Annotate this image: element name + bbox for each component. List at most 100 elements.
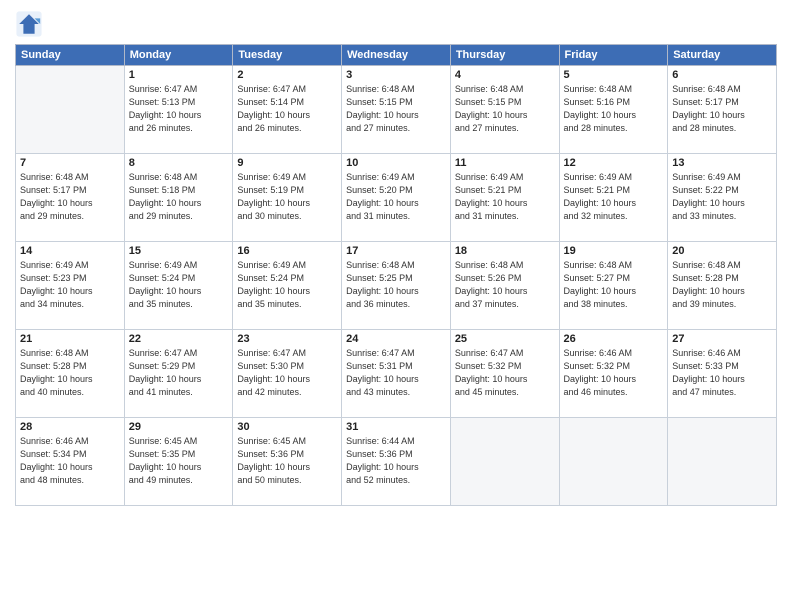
weekday-row: SundayMondayTuesdayWednesdayThursdayFrid… (16, 45, 777, 66)
day-number: 20 (672, 245, 772, 257)
day-number: 8 (129, 157, 229, 169)
day-cell: 20 Sunrise: 6:48 AM Sunset: 5:28 PM Dayli… (668, 242, 777, 330)
day-info: Sunrise: 6:46 AM Sunset: 5:33 PM Dayligh… (672, 347, 772, 399)
weekday-header-friday: Friday (559, 45, 668, 66)
day-cell: 17Sunrise: 6:48 AM Sunset: 5:25 PM Dayli… (342, 242, 451, 330)
weekday-header-thursday: Thursday (450, 45, 559, 66)
day-cell: 30 Sunrise: 6:45 AM Sunset: 5:36 PM Dayli… (233, 418, 342, 506)
day-info: Sunrise: 6:49 AM Sunset: 5:21 PM Dayligh… (455, 171, 555, 223)
day-cell: 24 Sunrise: 6:47 AM Sunset: 5:31 PM Dayli… (342, 330, 451, 418)
day-number: 27 (672, 333, 772, 345)
day-cell: 16Sunrise: 6:49 AM Sunset: 5:24 PM Dayli… (233, 242, 342, 330)
day-info: Sunrise: 6:49 AM Sunset: 5:22 PM Dayligh… (672, 171, 772, 223)
day-info: Sunrise: 6:48 AM Sunset: 5:26 PM Dayligh… (455, 259, 555, 311)
day-cell: 31Sunrise: 6:44 AM Sunset: 5:36 PM Dayli… (342, 418, 451, 506)
page: SundayMondayTuesdayWednesdayThursdayFrid… (0, 0, 792, 612)
day-info: Sunrise: 6:44 AM Sunset: 5:36 PM Dayligh… (346, 435, 446, 487)
day-cell: 25Sunrise: 6:47 AM Sunset: 5:32 PM Dayli… (450, 330, 559, 418)
day-number: 2 (237, 69, 337, 81)
day-info: Sunrise: 6:48 AM Sunset: 5:16 PM Dayligh… (564, 83, 664, 135)
day-info: Sunrise: 6:47 AM Sunset: 5:31 PM Dayligh… (346, 347, 446, 399)
day-number: 11 (455, 157, 555, 169)
day-cell: 13 Sunrise: 6:49 AM Sunset: 5:22 PM Dayli… (668, 154, 777, 242)
week-row-0: 1 Sunrise: 6:47 AM Sunset: 5:13 PM Daylig… (16, 66, 777, 154)
weekday-header-sunday: Sunday (16, 45, 125, 66)
day-info: Sunrise: 6:48 AM Sunset: 5:27 PM Dayligh… (564, 259, 664, 311)
day-cell (16, 66, 125, 154)
week-row-1: 7 Sunrise: 6:48 AM Sunset: 5:17 PM Daylig… (16, 154, 777, 242)
logo-icon (15, 10, 43, 38)
day-number: 29 (129, 421, 229, 433)
day-number: 17 (346, 245, 446, 257)
day-cell: 10 Sunrise: 6:49 AM Sunset: 5:20 PM Dayli… (342, 154, 451, 242)
day-info: Sunrise: 6:49 AM Sunset: 5:24 PM Dayligh… (129, 259, 229, 311)
logo (15, 10, 47, 38)
day-info: Sunrise: 6:49 AM Sunset: 5:21 PM Dayligh… (564, 171, 664, 223)
weekday-header-wednesday: Wednesday (342, 45, 451, 66)
day-info: Sunrise: 6:48 AM Sunset: 5:15 PM Dayligh… (455, 83, 555, 135)
week-row-3: 21 Sunrise: 6:48 AM Sunset: 5:28 PM Dayli… (16, 330, 777, 418)
header (15, 10, 777, 38)
day-cell: 19Sunrise: 6:48 AM Sunset: 5:27 PM Dayli… (559, 242, 668, 330)
day-info: Sunrise: 6:47 AM Sunset: 5:13 PM Dayligh… (129, 83, 229, 135)
day-number: 28 (20, 421, 120, 433)
day-number: 5 (564, 69, 664, 81)
day-number: 25 (455, 333, 555, 345)
day-info: Sunrise: 6:49 AM Sunset: 5:20 PM Dayligh… (346, 171, 446, 223)
calendar-body: 1 Sunrise: 6:47 AM Sunset: 5:13 PM Daylig… (16, 66, 777, 506)
day-cell: 8 Sunrise: 6:48 AM Sunset: 5:18 PM Daylig… (124, 154, 233, 242)
day-number: 3 (346, 69, 446, 81)
day-info: Sunrise: 6:48 AM Sunset: 5:17 PM Dayligh… (672, 83, 772, 135)
day-cell (559, 418, 668, 506)
weekday-header-saturday: Saturday (668, 45, 777, 66)
day-cell: 7 Sunrise: 6:48 AM Sunset: 5:17 PM Daylig… (16, 154, 125, 242)
day-info: Sunrise: 6:49 AM Sunset: 5:19 PM Dayligh… (237, 171, 337, 223)
day-cell (450, 418, 559, 506)
day-number: 16 (237, 245, 337, 257)
day-info: Sunrise: 6:47 AM Sunset: 5:30 PM Dayligh… (237, 347, 337, 399)
day-cell (668, 418, 777, 506)
day-number: 15 (129, 245, 229, 257)
day-info: Sunrise: 6:48 AM Sunset: 5:28 PM Dayligh… (672, 259, 772, 311)
day-number: 30 (237, 421, 337, 433)
day-cell: 28 Sunrise: 6:46 AM Sunset: 5:34 PM Dayli… (16, 418, 125, 506)
day-info: Sunrise: 6:48 AM Sunset: 5:28 PM Dayligh… (20, 347, 120, 399)
day-cell: 11 Sunrise: 6:49 AM Sunset: 5:21 PM Dayli… (450, 154, 559, 242)
calendar-header: SundayMondayTuesdayWednesdayThursdayFrid… (16, 45, 777, 66)
day-number: 22 (129, 333, 229, 345)
day-cell: 22 Sunrise: 6:47 AM Sunset: 5:29 PM Dayli… (124, 330, 233, 418)
day-number: 10 (346, 157, 446, 169)
day-number: 13 (672, 157, 772, 169)
day-number: 4 (455, 69, 555, 81)
day-info: Sunrise: 6:48 AM Sunset: 5:17 PM Dayligh… (20, 171, 120, 223)
week-row-4: 28 Sunrise: 6:46 AM Sunset: 5:34 PM Dayli… (16, 418, 777, 506)
day-number: 26 (564, 333, 664, 345)
weekday-header-monday: Monday (124, 45, 233, 66)
day-number: 24 (346, 333, 446, 345)
day-cell: 3Sunrise: 6:48 AM Sunset: 5:15 PM Daylig… (342, 66, 451, 154)
day-cell: 9 Sunrise: 6:49 AM Sunset: 5:19 PM Daylig… (233, 154, 342, 242)
day-cell: 12 Sunrise: 6:49 AM Sunset: 5:21 PM Dayli… (559, 154, 668, 242)
calendar-table: SundayMondayTuesdayWednesdayThursdayFrid… (15, 44, 777, 506)
day-info: Sunrise: 6:47 AM Sunset: 5:29 PM Dayligh… (129, 347, 229, 399)
day-number: 21 (20, 333, 120, 345)
weekday-header-tuesday: Tuesday (233, 45, 342, 66)
day-info: Sunrise: 6:46 AM Sunset: 5:32 PM Dayligh… (564, 347, 664, 399)
day-cell: 14 Sunrise: 6:49 AM Sunset: 5:23 PM Dayli… (16, 242, 125, 330)
day-cell: 2 Sunrise: 6:47 AM Sunset: 5:14 PM Daylig… (233, 66, 342, 154)
day-info: Sunrise: 6:47 AM Sunset: 5:14 PM Dayligh… (237, 83, 337, 135)
week-row-2: 14 Sunrise: 6:49 AM Sunset: 5:23 PM Dayli… (16, 242, 777, 330)
day-number: 14 (20, 245, 120, 257)
day-number: 9 (237, 157, 337, 169)
day-number: 1 (129, 69, 229, 81)
day-info: Sunrise: 6:45 AM Sunset: 5:35 PM Dayligh… (129, 435, 229, 487)
day-cell: 26 Sunrise: 6:46 AM Sunset: 5:32 PM Dayli… (559, 330, 668, 418)
day-info: Sunrise: 6:48 AM Sunset: 5:18 PM Dayligh… (129, 171, 229, 223)
day-info: Sunrise: 6:46 AM Sunset: 5:34 PM Dayligh… (20, 435, 120, 487)
day-number: 7 (20, 157, 120, 169)
day-cell: 27 Sunrise: 6:46 AM Sunset: 5:33 PM Dayli… (668, 330, 777, 418)
day-info: Sunrise: 6:49 AM Sunset: 5:23 PM Dayligh… (20, 259, 120, 311)
day-info: Sunrise: 6:45 AM Sunset: 5:36 PM Dayligh… (237, 435, 337, 487)
day-number: 12 (564, 157, 664, 169)
day-number: 23 (237, 333, 337, 345)
